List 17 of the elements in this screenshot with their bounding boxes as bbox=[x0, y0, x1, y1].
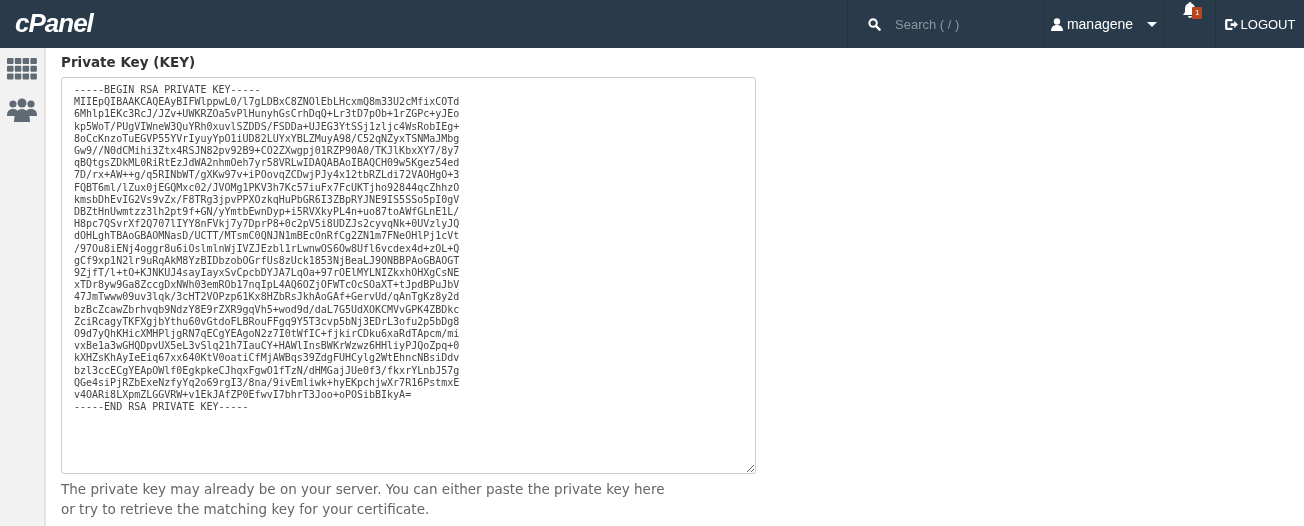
users-icon bbox=[7, 98, 37, 122]
cpanel-logo[interactable]: cPanel bbox=[0, 0, 93, 48]
grid-icon bbox=[7, 58, 37, 80]
sidebar-item[interactable] bbox=[5, 56, 39, 82]
logout-button[interactable]: LOGOUT bbox=[1216, 0, 1304, 48]
caret-icon bbox=[1147, 21, 1158, 27]
search-icon bbox=[868, 17, 881, 31]
user-menu[interactable]: managene bbox=[1044, 0, 1165, 48]
help-text: The private key may already be on your server. You can either paste the private key here or try to retrieve the matching key for your certificate. bbox=[61, 480, 666, 519]
search-field[interactable]: Search ( / ) bbox=[893, 15, 1017, 33]
field-label: Private Key (KEY) bbox=[61, 54, 197, 70]
logout-icon bbox=[1224, 18, 1238, 30]
user-icon bbox=[1050, 17, 1063, 31]
notification-count: 1 bbox=[1192, 7, 1203, 19]
notifications-button[interactable]: 1 bbox=[1165, 0, 1216, 48]
private-key-textarea[interactable]: -----BEGIN RSA PRIVATE KEY----- MIIEpQIBAAKCAQEAyBIFWlppwL0/l7gLDBxC8ZNOlEbLHcxmQ8m33U2cMfixCOTd 6Mhlp1EKc3RcJ/JZv+UWKRZOa5vPlHunyhGsCrhDqQ+Lr3tD7pOb+1rZGPc+yJEo kp5WoT/PUgVIWneW3QuYRh0xuvlSZDDS/FSDDa+UJEG3YtSSj1zljc4WsRobIEg+ 8oCcKnzoTuEGVP55YVrIyuyYpO1iUD82LUYxYBLZMuyA98/C52qNZyxTSNMaJMbg Gw9//N0dCMihi3Ztx4RSJN82pv92B9+CO2ZXwgpj01RZP90A0/TKJlKbxXY7/8y7 qBQtgsZDkML0RiRtEzJdWA2nhmOeh7yr58VRLwIDAQABAoIBAQCH09w5Kgez54ed 7D/rx+AW++g/q5RINbWT/gXKw97v+iPOovqZCDwjPJy4x12tbRZLdi72VAOHgO+3 FQBT6ml/lZux0jEGQMxc02/JVOMg1PKV3h7Kc57iuFx7FcUKTjho92844qcZhhzO kmsbDhEvIG2Vs9vZx/F8TRg3jpvPPXOzkqHuPbGR6I3ZBpRYJNE9IS5SSo5pI0gV DBZtHnUwmtzz3lh2pt9f+GN/yYmtbEwnDyp+i5RVXkyPL4n+uo87toAWfGLnE1L/ H8pc7QSvrXf2Q707lIYY8nFVkj7y7DprP8+0c2pV5i8UDZJs2cyvqNk+0UVzlyJQ dOHLghTBAoGBAOMNasD/UCTT/MTsmC0QNJN1mBEcOnRfCg2ZN1m7FNeOHlPj1cVt /97Ou8iENj4oggr8u6iOslmlnWjIVZJEzbl1rLwnwOS6Ow8Ufl6vcdex4d+zOL+Q gCf9xp1N2lr9uRqAkM8YzBIDbzobOGrfUs8zUck1853NjBeaLJ9ONBBPAoGBAOGT 9ZjfT/l+tO+KJNKUJ4sayIayxSvCpcbDYJA7LqOa+97rOElMYLNIZkxhOHXgCsNE xTDr8yw9Ga8ZccgDxNWh03emROb17nqIpL4AQ6OZjOFWTcOcSOaXT+tJpdBPuJbV 47JmTwww09uv3lqk/3cHT2VOPzp61Kx8HZbRsJkhAoGAf+GervUd/qAnTgKz8y2d bzBcZcawZbrhvqb9NdzY8E9rZXR9gqVh5+wod9d/daL7G5UdXOKCMVvGPK4ZBDkc ZciRcagyTKFXgjbYthu60vGtdoFLBRouFFgq9Y5T3cvp5bNj3EDrL3ofu2p5bDg8 O9d7yQhKHicXMHPljgRN7qECgYEAgoN2z7I0tWfIC+fjkirCDku6xaRdTApcm/mi vxBe1a3wGHQDpvUX5eL3vSlq21h7IauCY+HAWlInsBWKrWzwz6HHliyPJQoZpq+0 kXHZsKhAyIeEiq67xx640KtV0oatiCfMjAWBqs39ZdgFUHCylg2WtEhncNBsiDdv bzl3ccECgYEApOWlf0EgkpkeCJhqxFgwO1fTzN/dHMGajJUe0f3/fkxrYLnbJ57g QGe4siPjRZbExeNzfyYq2o69rgI3/8na/9ivEmliwk+hyEKpchjwXr7R16PstmxE v4OARi8LXpmZLGGVRW+v1EkJAfZP0EfwvI7bhrT3Joo+oPOSibBIkyA= -----END RSA PRIVATE KEY----- bbox=[61, 77, 756, 474]
sidebar-item[interactable] bbox=[5, 96, 39, 124]
